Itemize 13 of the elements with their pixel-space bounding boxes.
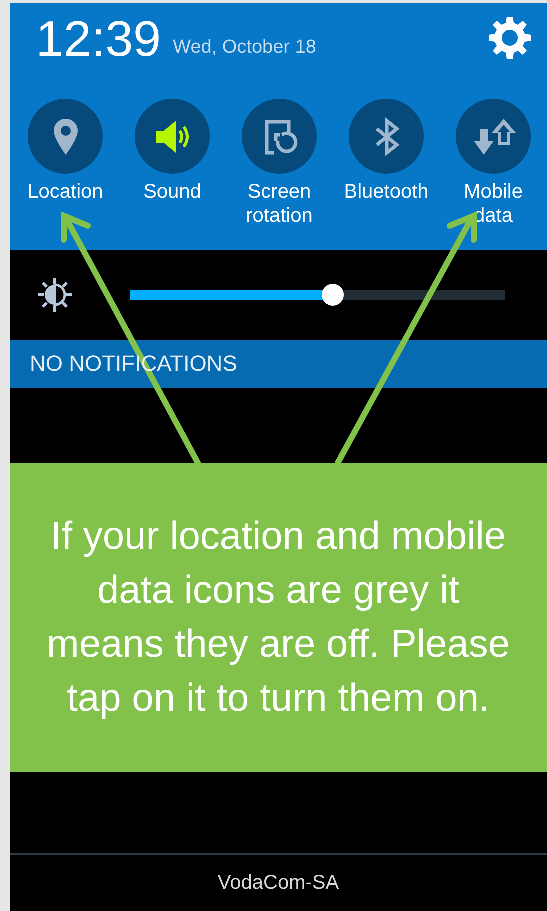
carrier-name: VodaCom-SA — [218, 872, 340, 894]
toggle-label: Location — [28, 180, 104, 204]
notification-label: NO NOTIFICATIONS — [30, 351, 238, 377]
slider-thumb[interactable] — [322, 284, 344, 306]
brightness-slider[interactable] — [130, 283, 505, 307]
brightness-icon — [36, 276, 74, 314]
callout-text: If your location and mobile data icons are grey it means they are off. Please tap on it to turn them on. — [46, 514, 512, 722]
date-label: Wed, October 18 — [173, 37, 316, 59]
settings-icon[interactable] — [487, 15, 533, 61]
toggle-label: Screen rotation — [245, 180, 314, 228]
clock-time: 12:39 — [36, 13, 162, 65]
toggle-label: Sound — [144, 180, 202, 204]
toggle-label: Bluetooth — [344, 180, 429, 204]
